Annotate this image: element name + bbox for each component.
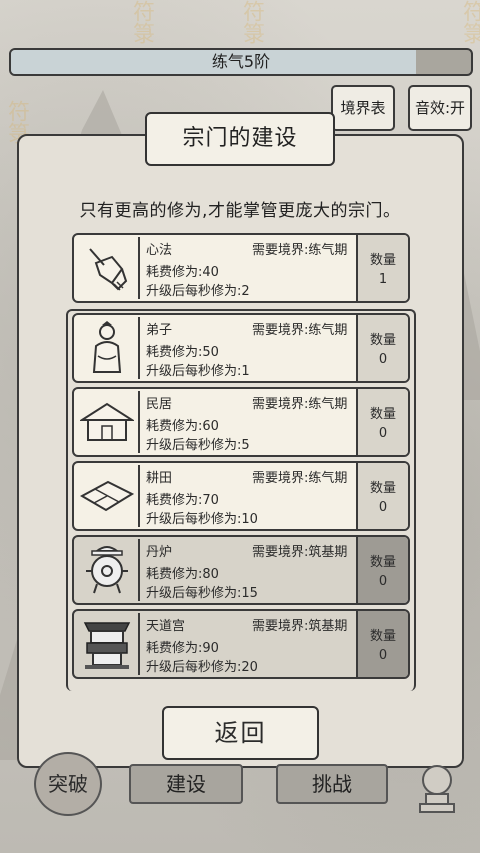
building-cost: 耗费修为:90 [146, 641, 219, 656]
talisman-decoration: 符箓 [459, 0, 480, 44]
building-card-dizi[interactable]: 弟子 需要境界:练气期 耗费修为:50 升级后每秒修为:1 数量 0 [72, 313, 410, 383]
building-count: 数量 0 [356, 537, 408, 603]
hand-icon [76, 237, 140, 299]
building-requirement: 需要境界:练气期 [252, 243, 348, 258]
building-name: 丹炉 [146, 545, 173, 560]
talisman-decoration: 符箓 [239, 0, 264, 44]
building-name: 天道宫 [146, 619, 186, 634]
cultivation-progress-bar: 练气5阶 [9, 48, 473, 76]
building-card-tiandaogong[interactable]: 天道宫 需要境界:筑基期 耗费修为:90 升级后每秒修为:20 数量 0 [72, 609, 410, 679]
talisman-decoration: 符箓 [129, 0, 154, 44]
building-requirement: 需要境界:练气期 [252, 397, 348, 412]
building-count: 数量 0 [356, 611, 408, 677]
building-card-minju[interactable]: 民居 需要境界:练气期 耗费修为:60 升级后每秒修为:5 数量 0 [72, 387, 410, 457]
building-rate: 升级后每秒修为:20 [146, 660, 258, 675]
building-count: 数量 0 [356, 389, 408, 455]
building-card-gengtian[interactable]: 耕田 需要境界:练气期 耗费修为:70 升级后每秒修为:10 数量 0 [72, 461, 410, 531]
building-rate: 升级后每秒修为:5 [146, 438, 250, 453]
field-icon [76, 465, 140, 527]
building-requirement: 需要境界:筑基期 [252, 545, 348, 560]
building-rate: 升级后每秒修为:10 [146, 512, 258, 527]
building-name: 弟子 [146, 323, 173, 338]
building-rate: 升级后每秒修为:2 [146, 284, 250, 299]
challenge-tab[interactable]: 挑战 [276, 764, 388, 804]
building-requirement: 需要境界:筑基期 [252, 619, 348, 634]
build-tab[interactable]: 建设 [129, 764, 243, 804]
building-rate: 升级后每秒修为:1 [146, 364, 250, 379]
panel-subtitle: 只有更高的修为,才能掌管更庞大的宗门。 [79, 201, 401, 221]
building-name: 耕田 [146, 471, 173, 486]
building-cost: 耗费修为:50 [146, 345, 219, 360]
panel-title: 宗门的建设 [145, 112, 335, 166]
back-button[interactable]: 返回 [162, 706, 319, 760]
level-label: 练气5阶 [211, 52, 271, 71]
building-cost: 耗费修为:70 [146, 493, 219, 508]
building-name: 心法 [146, 243, 173, 258]
building-name: 民居 [146, 397, 173, 412]
building-count: 数量 1 [356, 235, 408, 301]
building-rate: 升级后每秒修为:15 [146, 586, 258, 601]
building-count: 数量 0 [356, 315, 408, 381]
building-count: 数量 0 [356, 463, 408, 529]
disciple-icon [76, 317, 140, 379]
sound-toggle-button[interactable]: 音效:开 [408, 85, 472, 131]
incense-burner-icon [412, 760, 462, 816]
building-requirement: 需要境界:练气期 [252, 471, 348, 486]
furnace-icon [76, 539, 140, 601]
building-cost: 耗费修为:40 [146, 265, 219, 280]
realm-table-button[interactable]: 境界表 [331, 85, 395, 131]
palace-icon [76, 613, 140, 675]
building-card-danlu[interactable]: 丹炉 需要境界:筑基期 耗费修为:80 升级后每秒修为:15 数量 0 [72, 535, 410, 605]
building-cost: 耗费修为:80 [146, 567, 219, 582]
building-cost: 耗费修为:60 [146, 419, 219, 434]
breakthrough-button[interactable]: 突破 [34, 752, 102, 816]
building-card-xinfa[interactable]: 心法 需要境界:练气期 耗费修为:40 升级后每秒修为:2 数量 1 [72, 233, 410, 303]
building-requirement: 需要境界:练气期 [252, 323, 348, 338]
house-icon [76, 391, 140, 453]
